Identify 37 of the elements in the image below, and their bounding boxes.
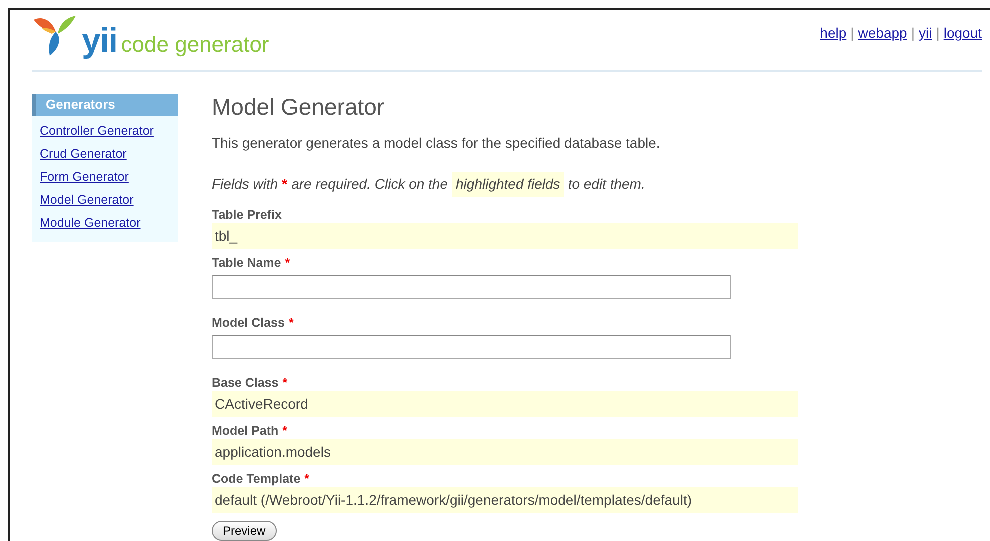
header-link[interactable]: yii bbox=[918, 23, 932, 44]
link-separator: | bbox=[850, 24, 854, 43]
required-mark: * bbox=[285, 254, 290, 272]
input-field[interactable] bbox=[212, 335, 731, 359]
field-label: Table Prefix bbox=[212, 206, 282, 224]
field-label: Base Class bbox=[212, 374, 279, 392]
description: This generator generates a model class for the specified database table. bbox=[212, 134, 662, 153]
sidebar-title: Generators bbox=[32, 94, 178, 116]
required-mark: * bbox=[282, 422, 288, 440]
required-mark: * bbox=[282, 374, 288, 392]
sidebar-link[interactable]: Crud Generator bbox=[40, 145, 178, 163]
logo-word: yii bbox=[82, 24, 118, 58]
logo-subtitle: code generator bbox=[121, 34, 270, 56]
link-separator: | bbox=[936, 24, 940, 43]
input-field[interactable] bbox=[212, 275, 731, 299]
required-mark: * bbox=[304, 470, 310, 488]
sticky-field[interactable]: application.models bbox=[212, 439, 798, 465]
required-note: Fields with * are required. Click on the highlighted fields to edit them. bbox=[212, 172, 798, 197]
page-title: Model Generator bbox=[212, 96, 386, 119]
logo-icon bbox=[32, 14, 78, 58]
link-separator: | bbox=[911, 24, 915, 43]
sidebar-link[interactable]: Controller Generator bbox=[40, 122, 178, 140]
sticky-field[interactable]: tbl_ bbox=[212, 223, 798, 249]
field-label: Model Path bbox=[212, 422, 279, 440]
sidebar-link[interactable]: Module Generator bbox=[40, 214, 178, 232]
field-label: Model Class bbox=[212, 314, 285, 332]
preview-button[interactable]: Preview bbox=[212, 521, 277, 541]
field-label: Table Name bbox=[212, 254, 282, 272]
required-mark: * bbox=[288, 314, 294, 332]
sticky-field[interactable]: default (/Webroot/Yii-1.1.2/framework/gii/generators/model/templates/default) bbox=[212, 487, 798, 513]
sidebar-link[interactable]: Form Generator bbox=[40, 168, 178, 186]
sidebar-link[interactable]: Model Generator bbox=[40, 191, 178, 209]
header-link[interactable]: webapp bbox=[858, 23, 908, 44]
header-link[interactable]: help bbox=[820, 23, 847, 44]
sticky-field[interactable]: CActiveRecord bbox=[212, 391, 798, 417]
header-link[interactable]: logout bbox=[944, 23, 982, 44]
field-label: Code Template bbox=[212, 470, 301, 488]
